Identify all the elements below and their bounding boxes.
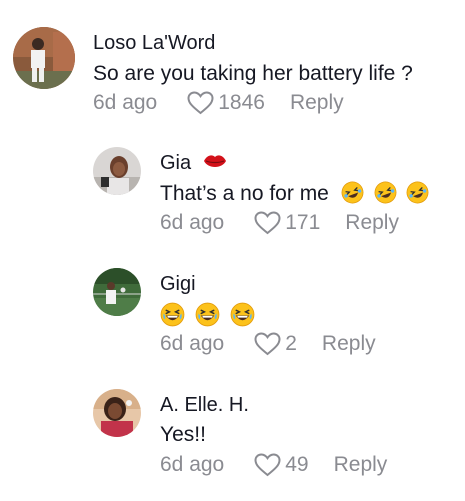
heart-outline-icon: [187, 91, 214, 115]
like-button[interactable]: 49: [254, 453, 309, 477]
comment-text: So are you taking her battery life ?: [93, 62, 413, 85]
rolling-on-floor-laughing-emoji: [374, 181, 397, 204]
reply-button[interactable]: Reply: [290, 91, 344, 115]
heart-outline-icon: [254, 332, 281, 356]
comment-username[interactable]: Gigi: [160, 273, 196, 296]
comment-age: 6d ago: [93, 91, 158, 114]
comment-meta: 6d ago 49 Reply: [160, 453, 387, 477]
rolling-on-floor-laughing-emoji: [406, 181, 429, 204]
avatar[interactable]: [93, 268, 141, 316]
comment-username[interactable]: Loso La'Word: [93, 32, 215, 55]
like-count: 1846: [218, 91, 265, 114]
comment-meta: 6d ago 1846 Reply: [93, 91, 344, 115]
comment-meta: 6d ago 2 Reply: [160, 332, 376, 356]
avatar[interactable]: [93, 147, 141, 195]
reply-button[interactable]: Reply: [322, 332, 376, 356]
comment-meta: 6d ago 171 Reply: [160, 211, 399, 235]
comment-age: 6d ago: [160, 211, 225, 234]
like-count: 171: [285, 211, 321, 234]
like-button[interactable]: 2: [254, 332, 297, 356]
grinning-squinting-sweat-emoji: [230, 302, 255, 327]
comment-text-content: That’s a no for me: [160, 182, 329, 205]
reply-button[interactable]: Reply: [345, 211, 399, 235]
rolling-on-floor-laughing-emoji: [341, 181, 364, 204]
comment-text: [160, 302, 255, 327]
lips-emoji: [203, 152, 227, 172]
like-count: 49: [285, 453, 309, 476]
comment-text: Yes!!: [160, 423, 206, 446]
grinning-squinting-sweat-emoji: [160, 302, 185, 327]
comment-age: 6d ago: [160, 332, 225, 355]
like-count: 2: [285, 332, 297, 355]
comment-username[interactable]: Gia: [160, 152, 227, 175]
reply-button[interactable]: Reply: [334, 453, 388, 477]
comment-text: That’s a no for me: [160, 181, 429, 206]
comment-age: 6d ago: [160, 453, 225, 476]
grinning-squinting-sweat-emoji: [195, 302, 220, 327]
comment-username[interactable]: A. Elle. H.: [160, 394, 249, 417]
heart-outline-icon: [254, 453, 281, 477]
username-text: Gia: [160, 152, 192, 174]
like-button[interactable]: 171: [254, 211, 320, 235]
heart-outline-icon: [254, 211, 281, 235]
like-button[interactable]: 1846: [187, 91, 265, 115]
avatar[interactable]: [13, 27, 75, 89]
avatar[interactable]: [93, 389, 141, 437]
